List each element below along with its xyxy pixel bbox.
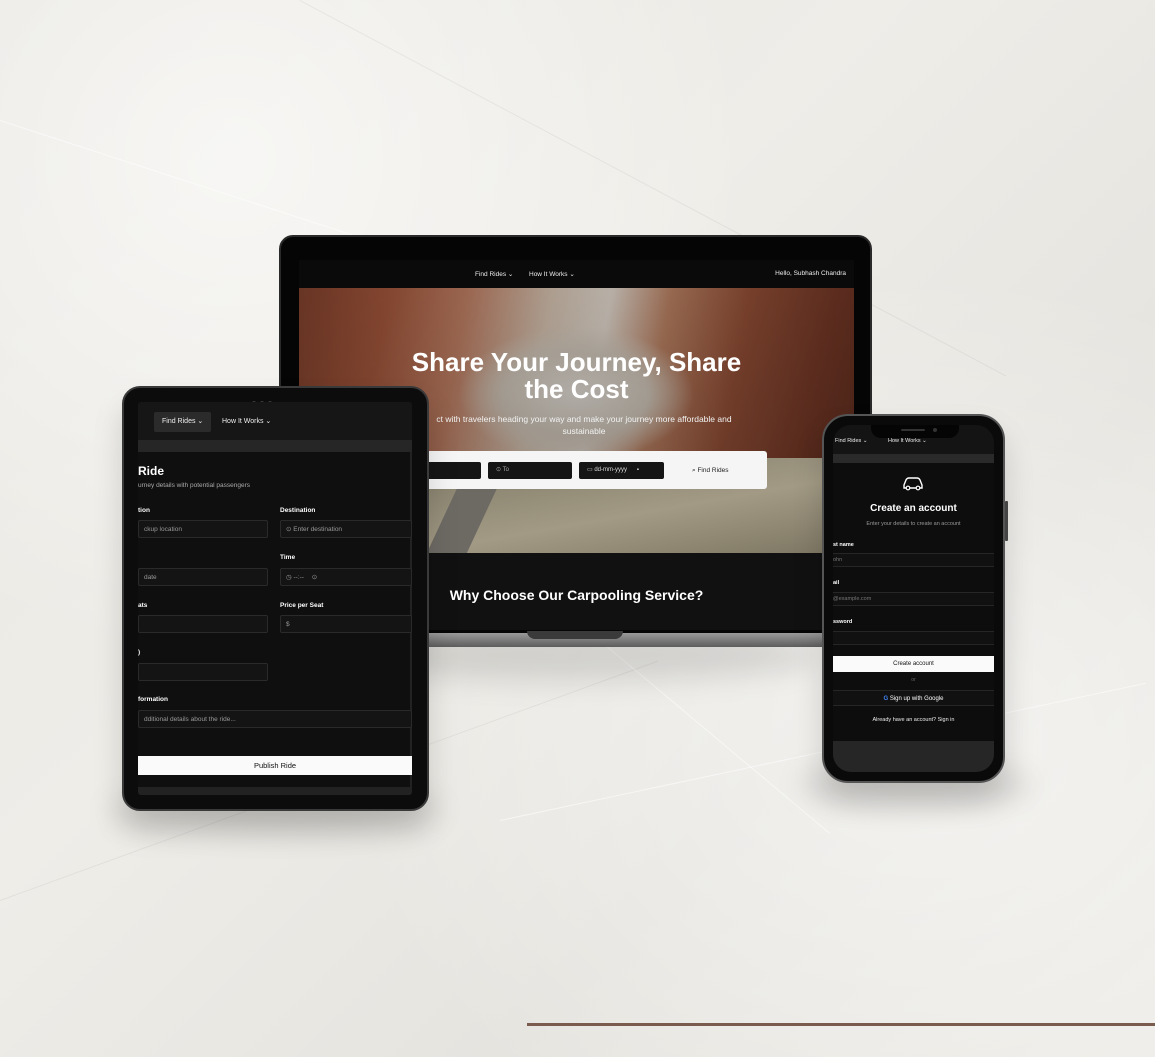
location-label: tion xyxy=(138,507,150,514)
google-signup-label: Sign up with Google xyxy=(889,696,944,702)
calendar-picker-icon[interactable]: ▪ xyxy=(637,467,639,473)
create-account-subtitle: Enter your details to create an account xyxy=(866,521,961,527)
google-signup-button[interactable]: G Sign up with Google xyxy=(833,690,994,706)
tablet-device: Find Rides ⌄ How It Works ⌄ Ride urney d… xyxy=(122,386,429,811)
user-greeting[interactable]: Hello, Subhash Chandra xyxy=(775,270,846,277)
calendar-icon: ▭ xyxy=(587,467,593,473)
offer-ride-title: Ride xyxy=(138,464,165,478)
to-input[interactable]: ⊙ To xyxy=(488,462,572,479)
extra-input[interactable] xyxy=(138,663,268,681)
first-name-label: st name xyxy=(833,542,854,548)
clock-icon: ◷ xyxy=(286,574,292,581)
hero-subtitle: ct with travelers heading your way and m… xyxy=(399,413,769,437)
seats-input[interactable] xyxy=(138,615,268,633)
seats-label: ats xyxy=(138,602,148,609)
hero-subtitle-line1: ct with travelers heading your way and m… xyxy=(436,414,732,424)
email-input[interactable]: @example.com xyxy=(833,592,994,606)
date-placeholder: dd-mm-yyyy xyxy=(594,467,628,473)
destination-placeholder: Enter destination xyxy=(293,526,343,533)
to-placeholder: To xyxy=(502,467,509,473)
publish-ride-button[interactable]: Publish Ride xyxy=(138,756,412,775)
phone-footer xyxy=(833,741,994,772)
date-input[interactable]: ▭ dd-mm-yyyy ▪ xyxy=(579,462,664,479)
pickup-location-input[interactable]: ckup location xyxy=(138,520,268,538)
create-account-button[interactable]: Create account xyxy=(833,656,994,672)
or-divider: or xyxy=(911,677,916,683)
location-pin-icon: ⊙ xyxy=(286,526,292,533)
tablet-navbar: Find Rides ⌄ How It Works ⌄ xyxy=(138,402,412,440)
tablet-band xyxy=(138,440,412,452)
hero-subtitle-line2: sustainable xyxy=(562,426,606,436)
ride-search-bar: ⊙ To ▭ dd-mm-yyyy ▪ ⌕ Find Rides xyxy=(419,451,767,489)
additional-info-input[interactable]: dditional details about the ride... xyxy=(138,710,412,728)
extra-label: ) xyxy=(138,649,141,656)
time-input[interactable]: ◷ --:-- ⊙ xyxy=(280,568,412,586)
phone-band xyxy=(833,454,994,463)
time-placeholder: --:-- xyxy=(293,574,304,581)
laptop-navbar: Find Rides ⌄ How It Works ⌄ Hello, Subha… xyxy=(299,260,854,288)
find-rides-button[interactable]: ⌕ Find Rides xyxy=(692,462,729,479)
tab-find-rides[interactable]: Find Rides ⌄ xyxy=(154,412,212,432)
tab-how-it-works[interactable]: How It Works ⌄ xyxy=(888,438,927,444)
tablet-footer xyxy=(138,787,412,795)
price-input[interactable]: $ xyxy=(280,615,412,633)
password-label: ssword xyxy=(833,619,853,625)
price-label: Price per Seat xyxy=(280,602,324,609)
destination-input[interactable]: ⊙ Enter destination xyxy=(280,520,412,538)
tab-find-rides[interactable]: Find Rides ⌄ xyxy=(835,438,867,444)
clock-picker-icon[interactable]: ⊙ xyxy=(312,574,317,581)
destination-label: Destination xyxy=(280,507,316,514)
info-label: formation xyxy=(138,696,168,703)
time-label: Time xyxy=(280,554,296,561)
find-rides-label: Find Rides xyxy=(697,467,729,474)
laptop-notch xyxy=(527,631,623,639)
hero-title-line1: Share Your Journey, Share xyxy=(411,347,742,377)
signin-link[interactable]: Already have an account? Sign in xyxy=(833,717,994,723)
offer-ride-description: urney details with potential passengers xyxy=(138,482,251,489)
phone-device: Find Rides ⌄ How It Works ⌄ Create an ac… xyxy=(822,414,1008,783)
accent-line xyxy=(527,1023,1155,1026)
google-icon: G xyxy=(883,696,889,702)
tablet-screen: Find Rides ⌄ How It Works ⌄ Ride urney d… xyxy=(138,402,412,795)
phone-screen: Find Rides ⌄ How It Works ⌄ Create an ac… xyxy=(833,425,994,772)
tab-how-it-works[interactable]: How It Works ⌄ xyxy=(214,412,279,432)
create-account-title: Create an account xyxy=(870,503,957,514)
date-input[interactable]: date xyxy=(138,568,268,586)
car-icon xyxy=(903,477,923,491)
nav-find-rides[interactable]: Find Rides ⌄ xyxy=(475,270,513,278)
password-input[interactable] xyxy=(833,631,994,645)
phone-notch xyxy=(871,425,959,438)
location-pin-icon: ⊙ xyxy=(496,467,502,473)
nav-how-it-works[interactable]: How It Works ⌄ xyxy=(529,270,575,278)
search-icon: ⌕ xyxy=(692,467,696,474)
first-name-input[interactable]: ohn xyxy=(833,553,994,567)
phone-side-button xyxy=(1005,501,1008,541)
email-label: ail xyxy=(833,580,840,586)
tablet-camera xyxy=(250,393,280,405)
